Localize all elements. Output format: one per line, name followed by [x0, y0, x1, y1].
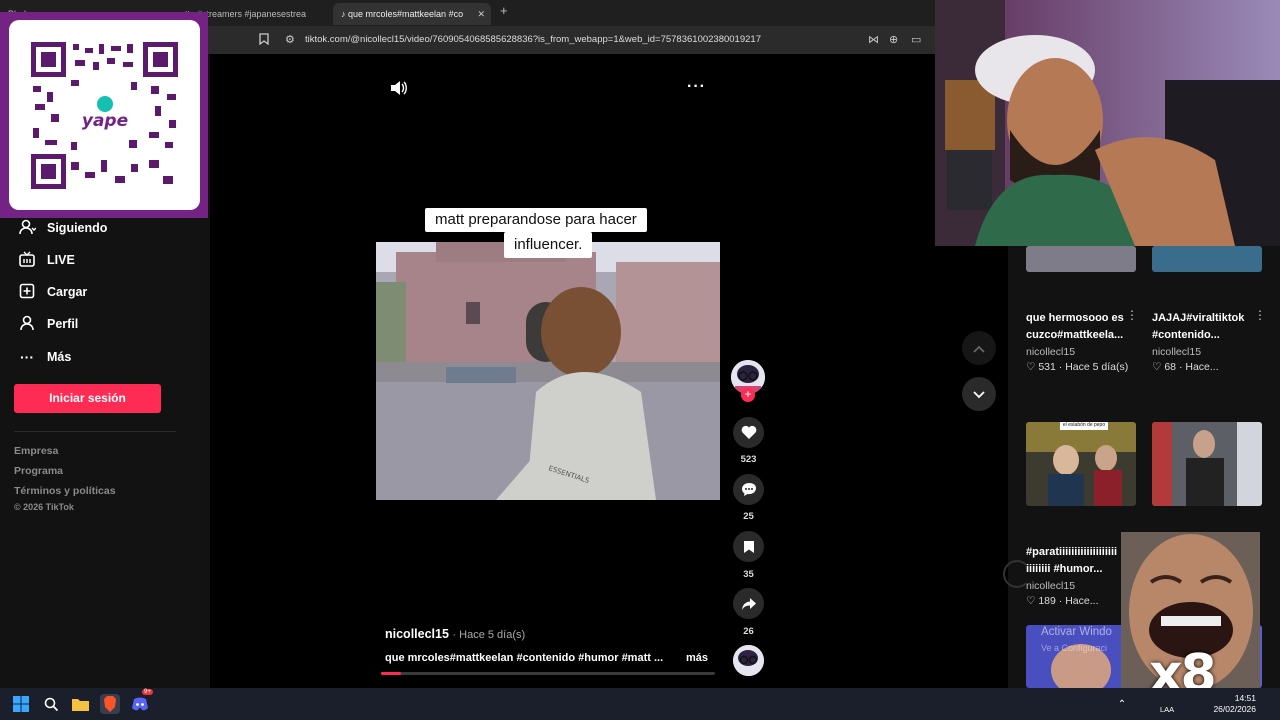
language-indicator[interactable]: LAA	[1160, 705, 1174, 714]
like-count: 523	[740, 454, 757, 465]
related-stats-1: ♡ 531 · Hace 5 día(s)	[1026, 361, 1129, 373]
share-count: 26	[743, 626, 754, 637]
save-count: 35	[743, 569, 754, 580]
video-player[interactable]: ESSENTIALS	[376, 242, 720, 500]
cast-icon[interactable]: ▭	[911, 33, 921, 46]
sidebar-item-mas[interactable]: ··· Más	[18, 346, 71, 368]
related-user-3[interactable]: nicollecl15	[1026, 580, 1075, 592]
related-title-3[interactable]: #paratiiiiiiiiiiiiiiiiiii iiiiiiii #humo…	[1026, 544, 1136, 578]
volume-icon[interactable]	[390, 80, 408, 100]
heart-outline-icon: ♡	[1026, 361, 1036, 373]
brave-browser-icon[interactable]	[100, 694, 120, 714]
live-icon	[18, 251, 36, 270]
more-icon: ···	[20, 349, 34, 365]
reader-icon[interactable]: ⋈	[868, 33, 879, 46]
related-more-icon[interactable]: ⋮	[1126, 308, 1138, 322]
tray-chevron-icon[interactable]: ⌃	[1112, 694, 1132, 714]
site-info-icon[interactable]: ⚙	[285, 33, 295, 46]
footer-link-empresa[interactable]: Empresa	[14, 445, 58, 457]
bookmark-icon[interactable]	[259, 33, 269, 48]
save-button[interactable]	[733, 531, 764, 562]
screen: Blade atty #streamers #japanesestrea ♪ q…	[0, 0, 1280, 720]
video-progress-bar[interactable]	[381, 672, 715, 675]
post-time: · Hace 5 día(s)	[452, 629, 526, 641]
tab-active[interactable]: ♪ que mrcoles#mattkeelan #co ✕	[333, 3, 491, 25]
search-icon[interactable]	[41, 694, 61, 714]
video-caption-line-1: matt preparandose para hacer	[425, 208, 647, 232]
related-thumb-2[interactable]	[1152, 246, 1262, 272]
previous-video-button[interactable]	[962, 331, 996, 365]
related-more-icon[interactable]: ⋮	[1254, 308, 1266, 322]
music-disc-avatar[interactable]	[733, 645, 764, 676]
qr-code: yape	[31, 42, 178, 189]
url-text[interactable]: tiktok.com/@nicollecl15/video/7609054068…	[305, 34, 761, 45]
follow-button[interactable]: +	[741, 388, 755, 402]
tiktok-icon: ♪	[341, 9, 349, 19]
comment-count: 25	[743, 511, 754, 522]
bookmark-icon	[743, 540, 754, 553]
related-thumb-4[interactable]	[1152, 422, 1262, 506]
related-user-1[interactable]: nicollecl15	[1026, 346, 1075, 358]
next-video-button[interactable]	[962, 377, 996, 411]
system-clock[interactable]: 14:51 26/02/2026	[1213, 693, 1256, 715]
comment-button[interactable]	[733, 474, 764, 505]
video-description: que mrcoles#mattkeelan #contenido #humor…	[385, 652, 664, 664]
close-tab-icon[interactable]: ✕	[477, 3, 485, 25]
more-options-icon[interactable]: ···	[687, 78, 706, 96]
heart-outline-icon: ♡	[1026, 595, 1036, 607]
loading-spinner	[1003, 560, 1031, 588]
video-frame-image: ESSENTIALS	[376, 242, 720, 500]
video-caption-line-2: influencer.	[504, 232, 593, 258]
webcam-overlay	[935, 0, 1280, 246]
chevron-down-icon	[973, 391, 985, 399]
like-button[interactable]	[733, 417, 764, 448]
author-name[interactable]: nicollecl15	[385, 627, 449, 641]
taskbar: 9+ ⌃ LAA 14:51 26/02/2026	[0, 688, 1280, 720]
file-explorer-icon[interactable]	[70, 694, 90, 714]
new-tab-button[interactable]: +	[500, 3, 508, 18]
related-title-2[interactable]: JAJAJ#viraltiktok #contenido...	[1152, 310, 1262, 344]
more-link[interactable]: más	[686, 652, 708, 664]
related-title-1[interactable]: que hermosooo es cuzco#mattkeela...	[1026, 310, 1136, 344]
discord-icon[interactable]: 9+	[130, 689, 153, 714]
heart-icon	[741, 425, 756, 439]
copyright: © 2026 TikTok	[14, 502, 74, 512]
sidebar-item-live[interactable]: LIVE	[18, 249, 75, 271]
related-thumb-3[interactable]: el eslabón de pepo	[1026, 422, 1136, 506]
thumb-label: el eslabón de pepo	[1062, 422, 1106, 428]
divider	[14, 431, 176, 432]
windows-start-icon[interactable]	[11, 694, 31, 714]
following-icon	[18, 219, 36, 238]
related-stats-2: ♡ 68 · Hace...	[1152, 361, 1219, 373]
svg-text:yape: yape	[82, 111, 128, 131]
footer-link-programa[interactable]: Programa	[14, 465, 63, 477]
share-button[interactable]	[733, 588, 764, 619]
webcam-image	[935, 0, 1280, 246]
activate-windows-subtitle: Ve a Configuraci	[1041, 643, 1108, 653]
upload-icon	[18, 283, 36, 302]
related-user-2[interactable]: nicollecl15	[1152, 346, 1201, 358]
video-author[interactable]: nicollecl15 · Hace 5 día(s)	[385, 627, 525, 641]
chevron-up-icon	[973, 345, 985, 353]
share-icon	[741, 597, 756, 610]
zoom-icon[interactable]: ⊕	[889, 33, 898, 46]
login-button[interactable]: Iniciar sesión	[14, 384, 161, 413]
meme-overlay: x8	[1121, 532, 1260, 702]
video-progress-fill	[381, 672, 402, 675]
related-thumb-1[interactable]	[1026, 246, 1136, 272]
footer-link-terminos[interactable]: Términos y políticas	[14, 485, 116, 497]
related-stats-3: ♡ 189 · Hace...	[1026, 595, 1099, 607]
qr-overlay: yape	[0, 12, 208, 218]
comment-icon	[741, 483, 756, 496]
profile-icon	[18, 315, 36, 334]
sidebar-item-cargar[interactable]: Cargar	[18, 281, 87, 303]
discord-badge: 9+	[142, 689, 153, 695]
sidebar-item-perfil[interactable]: Perfil	[18, 313, 78, 335]
sidebar-item-siguiendo[interactable]: Siguiendo	[18, 217, 107, 239]
heart-outline-icon: ♡	[1152, 361, 1162, 373]
activate-windows-title: Activar Windo	[1041, 626, 1112, 638]
qr-card: yape	[9, 20, 200, 210]
